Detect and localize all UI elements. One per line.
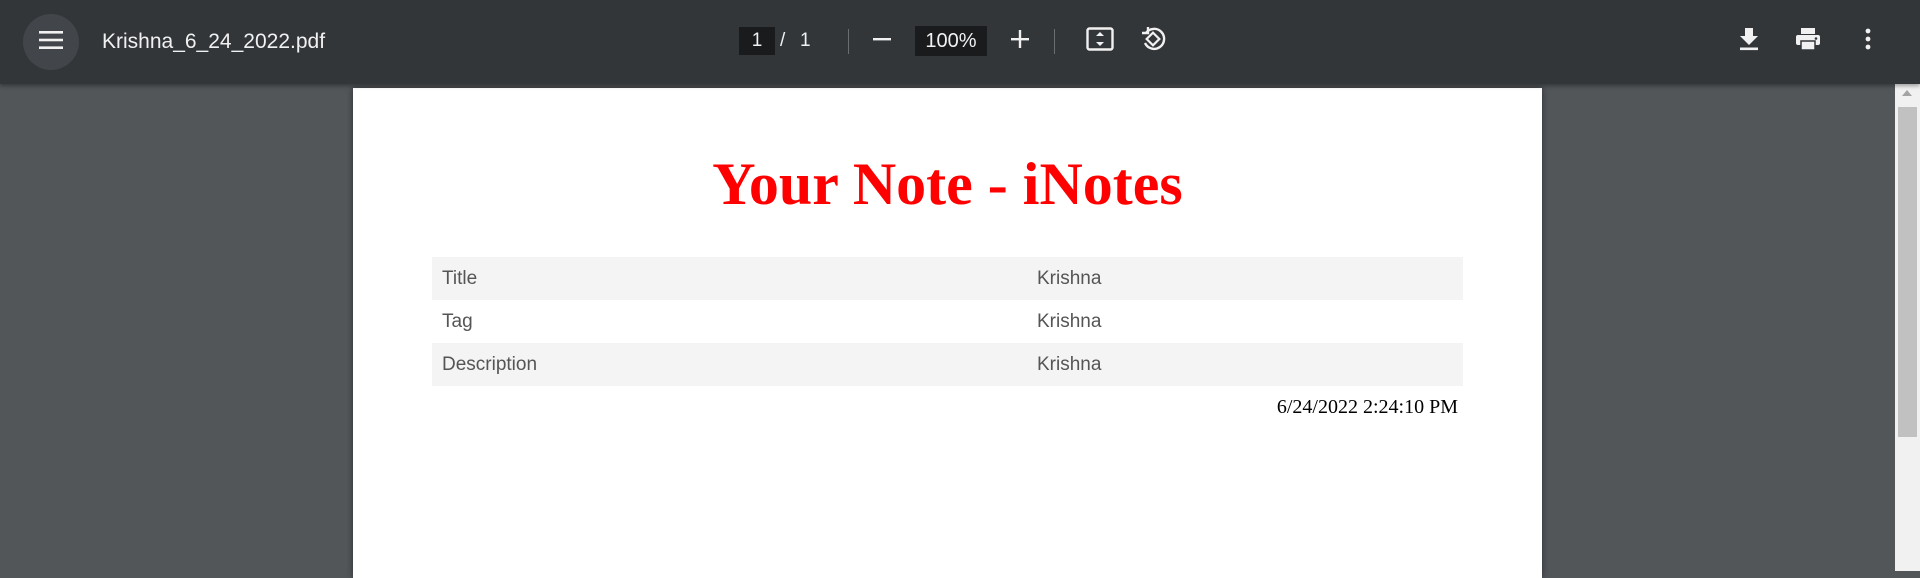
toolbar-divider	[1054, 29, 1055, 54]
current-page-input[interactable]: 1	[739, 27, 775, 55]
row-value: Krishna	[1037, 310, 1102, 332]
row-label: Tag	[442, 310, 473, 332]
document-viewer: Your Note - iNotes Title Krishna Tag Kri…	[0, 84, 1920, 578]
scrollbar-thumb[interactable]	[1898, 107, 1917, 437]
page-separator: /	[780, 30, 786, 51]
pdf-page: Your Note - iNotes Title Krishna Tag Kri…	[353, 88, 1542, 578]
minus-icon	[872, 29, 892, 54]
vertical-scrollbar[interactable]	[1895, 84, 1920, 571]
pdf-toolbar: Krishna_6_24_2022.pdf 1 / 1 100%	[0, 0, 1920, 84]
row-value: Krishna	[1027, 343, 1463, 386]
fit-to-page-button[interactable]	[1080, 21, 1120, 61]
table-row: Tag Krishna	[432, 300, 1463, 343]
print-icon	[1795, 27, 1821, 56]
toolbar-divider	[848, 29, 849, 54]
scroll-up-arrow-icon[interactable]	[1902, 90, 1912, 96]
plus-icon	[1010, 29, 1030, 54]
rotate-button[interactable]	[1133, 21, 1173, 61]
hamburger-menu-icon	[38, 30, 64, 55]
zoom-in-button[interactable]	[1000, 21, 1040, 61]
rotate-counterclockwise-icon	[1139, 25, 1167, 58]
row-label: Title	[432, 257, 1027, 300]
print-button[interactable]	[1788, 21, 1828, 61]
download-button[interactable]	[1729, 21, 1769, 61]
more-actions-button[interactable]	[1848, 21, 1888, 61]
table-row: Title Krishna	[432, 257, 1463, 300]
row-value: Krishna	[1027, 257, 1463, 300]
zoom-out-button[interactable]	[862, 21, 902, 61]
row-label: Description	[432, 343, 1027, 386]
total-pages: 1	[800, 30, 811, 51]
document-title: Your Note - iNotes	[712, 151, 1183, 217]
fit-to-page-icon	[1086, 26, 1114, 56]
zoom-level-input[interactable]: 100%	[915, 26, 987, 56]
table-row: Description Krishna	[432, 343, 1463, 386]
created-timestamp: 6/24/2022 2:24:10 PM	[1276, 396, 1458, 418]
download-icon	[1738, 27, 1760, 56]
file-name: Krishna_6_24_2022.pdf	[102, 30, 326, 53]
note-details-table: Title Krishna Tag Krishna Description Kr…	[432, 257, 1463, 386]
menu-button[interactable]	[23, 14, 79, 70]
more-vertical-icon	[1865, 28, 1871, 55]
